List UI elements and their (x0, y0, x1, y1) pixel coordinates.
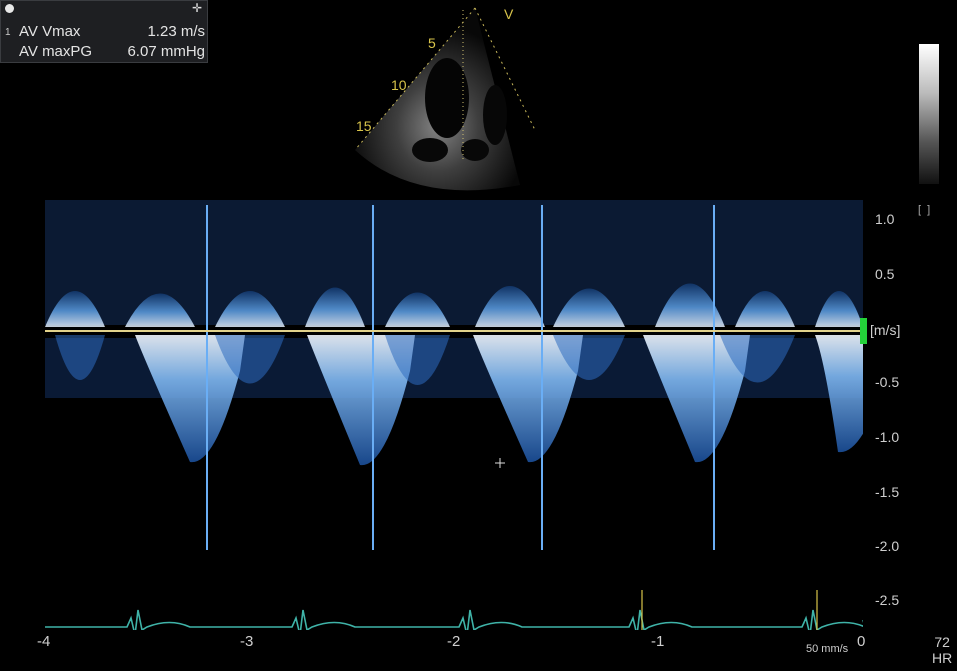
velocity-tick: 0.5 (875, 266, 895, 282)
heart-rate: 72 HR (932, 634, 952, 666)
velocity-tick: -1.0 (875, 429, 900, 445)
time-tick: 0 (857, 633, 866, 650)
measurement-value: 1.23 m/s (147, 23, 205, 40)
velocity-tick: -2.0 (875, 538, 900, 554)
time-tick: -3 (240, 633, 254, 650)
move-cross-icon[interactable]: ✛ (192, 1, 202, 15)
measurement-index: 1 (5, 27, 11, 38)
velocity-tick: -1.5 (875, 484, 900, 500)
velocity-tick: -2.5 (875, 592, 900, 608)
measurement-label: AV maxPG (19, 43, 93, 60)
time-tick: -2 (447, 633, 461, 650)
measurement-panel: ✛ 1 AV Vmax 1.23 m/s AV maxPG 6.07 mmHg (0, 0, 208, 63)
sweep-speed: 50 mm/s (806, 643, 849, 655)
bracket-mark: [ ] (918, 204, 931, 216)
gain-marker[interactable] (860, 318, 867, 344)
heart-rate-label: HR (932, 650, 953, 666)
grayscale-bar (919, 44, 939, 184)
measurement-row-av-vmax: AV Vmax 1.23 m/s (19, 23, 205, 40)
doppler-spectrum (45, 200, 863, 630)
measurement-row-av-maxpg: AV maxPG 6.07 mmHg (19, 43, 205, 60)
time-tick: -1 (651, 633, 665, 650)
time-tick: -4 (37, 633, 51, 650)
probe-marker-label: V (504, 6, 514, 22)
velocity-tick: 1.0 (875, 211, 895, 227)
velocity-unit: [m/s] (870, 322, 901, 338)
circle-icon[interactable] (5, 4, 14, 13)
depth-label: 10 (391, 77, 407, 93)
measurement-value: 6.07 mmHg (127, 43, 205, 60)
depth-label: 5 (428, 35, 436, 51)
measurement-label: AV Vmax (19, 23, 81, 40)
heart-rate-value: 72 (934, 634, 950, 650)
echo-2d-thumbnail (354, 7, 536, 191)
depth-label: 15 (356, 118, 372, 134)
velocity-tick: -0.5 (875, 374, 900, 390)
